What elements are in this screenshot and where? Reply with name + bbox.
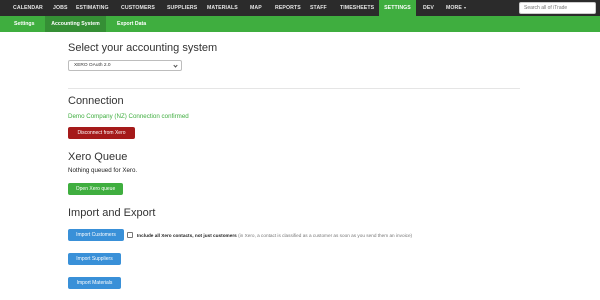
nav-settings[interactable]: SETTINGS [379,0,416,16]
subnav-export-data[interactable]: Export Data [117,16,146,32]
open-queue-button[interactable]: Open Xero queue [68,183,123,195]
nav-estimating[interactable]: ESTIMATING [76,0,109,16]
import-materials-button[interactable]: Import Materials [68,277,121,289]
nav-customers[interactable]: CUSTOMERS [121,0,155,16]
caret-down-icon [463,6,466,9]
connection-status: Demo Company (NZ) Connection confirmed [68,113,189,120]
nav-more[interactable]: MORE [446,0,466,16]
queue-status: Nothing queued for Xero. [68,167,138,174]
checkbox-note: (in Xero, a contact is classified as a c… [238,233,413,238]
subnav-accounting-system[interactable]: Accounting System [45,16,106,32]
nav-timesheets[interactable]: TIMESHEETS [340,0,374,16]
nav-materials[interactable]: MATERIALS [207,0,238,16]
accounting-system-select[interactable]: XERO OAuth 2.0 [68,60,182,71]
disconnect-button[interactable]: Disconnect from Xero [68,127,135,139]
divider [68,88,520,89]
nav-jobs[interactable]: JOBS [53,0,68,16]
connection-heading: Connection [68,95,124,107]
include-all-contacts-label: Include all Xero contacts, not just cust… [137,232,412,239]
nav-map[interactable]: MAP [250,0,262,16]
accounting-system-heading: Select your accounting system [68,42,218,54]
chevron-down-icon [173,63,178,68]
nav-suppliers[interactable]: SUPPLIERS [167,0,197,16]
import-customers-button[interactable]: Import Customers [68,229,124,241]
nav-calendar[interactable]: CALENDAR [13,0,43,16]
nav-reports[interactable]: REPORTS [275,0,301,16]
checkbox-label-text: Include all Xero contacts, not just cust… [137,233,237,238]
nav-more-label: MORE [446,5,462,11]
nav-staff[interactable]: STAFF [310,0,327,16]
top-navigation: CALENDAR JOBS ESTIMATING CUSTOMERS SUPPL… [0,0,600,16]
sub-navigation: Settings Accounting System Export Data [0,16,600,32]
import-suppliers-button[interactable]: Import Suppliers [68,253,121,265]
import-export-heading: Import and Export [68,207,156,219]
nav-dev[interactable]: DEV [423,0,434,16]
subnav-settings[interactable]: Settings [14,16,34,32]
xero-queue-heading: Xero Queue [68,151,128,163]
include-all-contacts-checkbox[interactable] [127,232,133,238]
accounting-system-selected: XERO OAuth 2.0 [74,63,111,68]
search-input[interactable] [519,2,596,14]
